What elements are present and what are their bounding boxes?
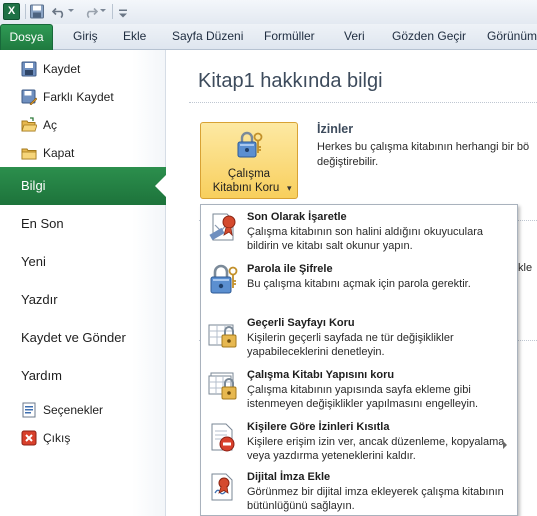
tab-gozden-gecir[interactable]: Gözden Geçir — [392, 24, 466, 50]
tab-dosya[interactable]: Dosya — [0, 24, 53, 50]
nav-farkli-kaydet[interactable]: Farklı Kaydet — [0, 84, 166, 110]
excel-logo-icon[interactable]: X — [3, 3, 20, 20]
nav-secenekler[interactable]: Seçenekler — [0, 397, 166, 423]
save-as-icon — [21, 89, 37, 105]
mark-final-icon — [209, 213, 236, 241]
save-icon[interactable] — [30, 3, 44, 20]
submenu-arrow-icon — [503, 441, 507, 449]
undo-dropdown-icon[interactable] — [68, 9, 74, 12]
menu-item-title: Parola ile Şifrele — [247, 263, 333, 275]
protect-button-label-line1: Çalışma — [227, 168, 271, 180]
menu-item-mark-final[interactable]: Son Olarak İşaretle Çalışma kitabının so… — [201, 211, 517, 259]
save-icon — [21, 61, 37, 77]
nav-label: Farklı Kaydet — [43, 90, 114, 104]
menu-item-restrict-permission[interactable]: Kişilere Göre İzinleri Kısıtla Kişilere … — [201, 421, 517, 469]
title-divider — [189, 102, 537, 103]
nav-kaydet-ve-gonder[interactable]: Kaydet ve Gönder — [0, 319, 166, 357]
tab-ekle[interactable]: Ekle — [123, 24, 146, 50]
menu-item-digital-signature[interactable]: Dijital İmza Ekle Görünmez bir dijital i… — [201, 471, 517, 516]
protect-structure-icon — [208, 372, 237, 400]
menu-item-description: Bu çalışma kitabını açmak için parola ge… — [247, 278, 471, 290]
undo-icon[interactable] — [52, 3, 66, 20]
menu-item-title: Son Olarak İşaretle — [247, 211, 347, 223]
protect-workbook-menu: Son Olarak İşaretle Çalışma kitabının so… — [200, 204, 518, 516]
nav-label: Aç — [43, 118, 58, 132]
menu-item-title: Kişilere Göre İzinleri Kısıtla — [247, 421, 390, 433]
nav-ac[interactable]: Aç — [0, 112, 166, 138]
restrict-permission-icon — [211, 423, 235, 452]
permissions-description: Herkes bu çalışma kitabının herhangi bir… — [317, 140, 537, 170]
backstage-nav: Kaydet Farklı Kaydet Aç Kapat Bilgi En S… — [0, 50, 167, 516]
tab-giris[interactable]: Giriş — [73, 24, 98, 50]
nav-label: Çıkış — [43, 431, 71, 445]
redo-icon[interactable] — [84, 3, 98, 20]
toolbar-separator — [25, 4, 26, 19]
nav-kaydet[interactable]: Kaydet — [0, 56, 166, 82]
menu-item-description: Çalışma kitabının son halini aldığını ok… — [247, 226, 484, 252]
nav-bilgi[interactable]: Bilgi — [0, 167, 167, 205]
nav-label: Seçenekler — [43, 403, 104, 417]
menu-item-protect-structure[interactable]: Çalışma Kitabı Yapısını koru Çalışma kit… — [201, 369, 517, 417]
open-folder-icon — [21, 117, 37, 132]
customize-icon[interactable] — [119, 3, 127, 20]
encrypt-password-icon — [210, 264, 238, 294]
page-title: Kitap1 hakkında bilgi — [198, 70, 383, 92]
protect-sheet-icon — [208, 324, 237, 348]
nav-label: Kaydet — [43, 62, 81, 76]
quick-access-toolbar: X — [0, 0, 537, 24]
permissions-desc-line2: değiştirebilir. — [317, 156, 379, 168]
nav-yeni[interactable]: Yeni — [0, 243, 166, 281]
menu-item-description: Kişilerin geçerli sayfada ne tür değişik… — [247, 332, 454, 358]
nav-yardim[interactable]: Yardım — [0, 357, 166, 395]
menu-item-protect-sheet[interactable]: Geçerli Sayfayı Koru Kişilerin geçerli s… — [201, 317, 517, 363]
menu-item-encrypt[interactable]: Parola ile Şifrele Bu çalışma kitabını a… — [201, 263, 517, 303]
tab-gorunum[interactable]: Görünüm — [487, 24, 537, 50]
nav-en-son[interactable]: En Son — [0, 205, 166, 243]
menu-item-description: Görünmez bir dijital imza ekleyerek çalı… — [247, 486, 504, 512]
menu-item-description: Çalışma kitabının yapısında sayfa ekleme… — [247, 384, 479, 410]
permissions-heading: İzinler — [317, 122, 354, 136]
tab-sayfa-duzeni[interactable]: Sayfa Düzeni — [172, 24, 243, 50]
protect-workbook-button[interactable]: Çalışma Kitabını Koru ▾ — [200, 122, 298, 199]
menu-item-title: Çalışma Kitabı Yapısını koru — [247, 369, 395, 381]
nav-yazdir[interactable]: Yazdır — [0, 281, 166, 319]
options-icon — [22, 402, 36, 418]
permissions-desc-line1: Herkes bu çalışma kitabının herhangi bir… — [317, 141, 530, 153]
redo-dropdown-icon[interactable] — [100, 9, 106, 12]
excel-backstage-window: X Dosya Giriş Ekle Sayfa Düzeni Formülle… — [0, 0, 537, 516]
menu-item-title: Dijital İmza Ekle — [247, 471, 331, 483]
toolbar-separator — [112, 4, 113, 19]
background-text-fragment: kle — [518, 262, 533, 274]
digital-signature-icon — [211, 473, 233, 501]
chevron-down-icon: ▾ — [287, 183, 292, 193]
tab-formuller[interactable]: Formüller — [264, 24, 315, 50]
menu-item-title: Geçerli Sayfayı Koru — [247, 317, 355, 329]
menu-item-description: Kişilere erişim izin ver, ancak düzenlem… — [247, 436, 505, 462]
nav-label: Kapat — [43, 146, 75, 160]
tab-veri[interactable]: Veri — [344, 24, 365, 50]
nav-cikis[interactable]: Çıkış — [0, 425, 166, 451]
close-folder-icon — [21, 148, 37, 160]
ribbon-tab-bar: Dosya Giriş Ekle Sayfa Düzeni Formüller … — [0, 24, 537, 50]
protect-button-label-line2: Kitabını Koru — [212, 182, 280, 194]
lock-key-icon — [237, 131, 263, 158]
nav-kapat[interactable]: Kapat — [0, 140, 166, 166]
exit-icon — [21, 430, 37, 446]
